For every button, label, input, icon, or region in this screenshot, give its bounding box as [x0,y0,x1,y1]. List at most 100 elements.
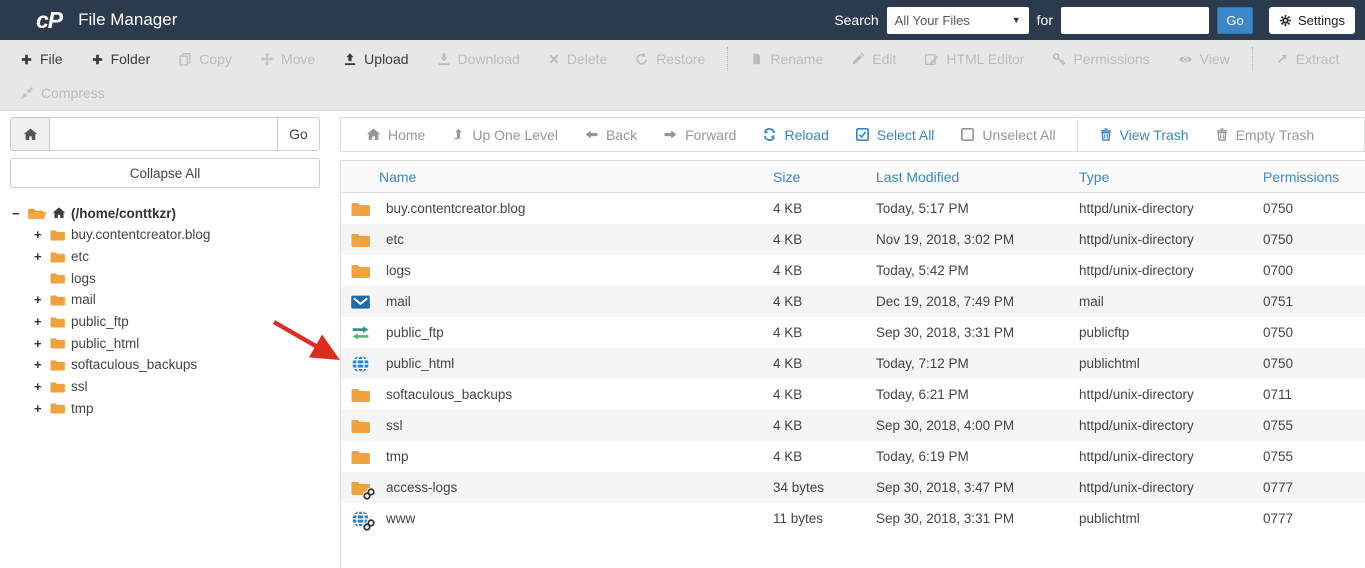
search-go-button[interactable]: Go [1217,6,1254,34]
table-row[interactable]: public_html 4 KB Today, 7:12 PM publicht… [341,348,1365,379]
file-name: etc [386,232,405,247]
eye-icon [1178,52,1193,67]
expand-icon[interactable]: + [34,357,44,372]
collapse-all-button[interactable]: Collapse All [10,158,320,188]
file-type: publicftp [1079,325,1130,340]
forward-button[interactable]: Forward [650,127,749,143]
file-last-modified: Today, 5:17 PM [876,201,969,216]
upload-button[interactable]: Upload [329,51,422,67]
expand-icon[interactable]: + [34,227,44,242]
column-header-name[interactable]: Name [341,169,773,185]
search-input[interactable] [1061,6,1210,34]
file-type: httpd/unix-directory [1079,418,1194,433]
table-row[interactable]: logs 4 KB Today, 5:42 PM httpd/unix-dire… [341,255,1365,286]
path-input[interactable] [50,117,277,151]
settings-button[interactable]: Settings [1269,6,1355,34]
tree-item[interactable]: + ssl [34,376,332,398]
navbar-separator [1076,118,1078,151]
right-arrow-icon [663,127,678,142]
tree-item[interactable]: + public_ftp [34,311,332,333]
file-button[interactable]: File [6,51,77,67]
folder-button[interactable]: Folder [77,51,165,67]
file-size: 4 KB [773,294,803,309]
expand-icon[interactable]: + [34,379,44,394]
tree-item-label: public_ftp [71,314,129,330]
restore-button[interactable]: Restore [621,51,719,67]
path-go-button[interactable]: Go [277,117,320,151]
directory-tree: − (/home/conttkzr) + buy.contentcreator.… [12,202,332,419]
search-label: Search [834,12,879,28]
folder-icon [49,250,66,264]
table-row[interactable]: tmp 4 KB Today, 6:19 PM httpd/unix-direc… [341,441,1365,472]
table-row[interactable]: www 11 bytes Sep 30, 2018, 3:31 PM publi… [341,503,1365,534]
select-all-button[interactable]: Select All [842,127,948,143]
expand-icon[interactable]: + [34,401,44,416]
file-type: httpd/unix-directory [1079,449,1194,464]
copy-button[interactable]: Copy [164,51,246,67]
key-icon [1052,52,1066,66]
file-name: logs [386,263,411,278]
home-button[interactable]: Home [353,127,438,143]
html-editor-button[interactable]: HTML Editor [910,51,1038,67]
collapse-expander[interactable]: − [12,206,22,221]
tree-item[interactable]: logs [34,267,332,289]
expand-icon[interactable]: + [34,314,44,329]
search-scope-select[interactable]: All Your Files ▼ [886,6,1029,34]
file-type-icon [350,417,371,435]
column-header-permissions[interactable]: Permissions [1263,169,1363,185]
unselect-all-button[interactable]: Unselect All [947,127,1068,143]
column-header-size[interactable]: Size [773,169,876,185]
file-type-icon [350,324,371,342]
tree-item[interactable]: + tmp [34,398,332,420]
expand-icon[interactable]: + [34,292,44,307]
download-icon [437,52,451,66]
column-header-type[interactable]: Type [1079,169,1263,185]
compress-button[interactable]: Compress [6,85,119,101]
delete-button[interactable]: Delete [534,51,621,67]
table-row[interactable]: etc 4 KB Nov 19, 2018, 3:02 PM httpd/uni… [341,224,1365,255]
file-type-icon [350,448,371,466]
tree-item[interactable]: + mail [34,289,332,311]
toolbar-separator [727,47,729,71]
file-table: Name Size Last Modified Type Permissions… [340,160,1365,568]
file-name: www [386,511,416,526]
up-one-level-button[interactable]: Up One Level [438,127,571,143]
file-size: 4 KB [773,325,803,340]
path-home-button[interactable] [10,117,50,151]
tree-item[interactable]: + etc [34,246,332,268]
back-button[interactable]: Back [571,127,650,143]
rename-button[interactable]: Rename [736,51,837,67]
tree-item[interactable]: + public_html [34,332,332,354]
folder-icon [49,336,66,350]
table-row[interactable]: ssl 4 KB Sep 30, 2018, 4:00 PM httpd/uni… [341,410,1365,441]
file-permissions: 0750 [1263,201,1294,216]
empty-trash-button[interactable]: Empty Trash [1202,127,1328,143]
table-row[interactable]: softaculous_backups 4 KB Today, 6:21 PM … [341,379,1365,410]
home-icon [366,127,381,142]
download-button[interactable]: Download [423,51,534,67]
edit-button[interactable]: Edit [837,51,910,67]
tree-item[interactable]: + buy.contentcreator.blog [34,224,332,246]
reload-button[interactable]: Reload [749,127,841,143]
table-row[interactable]: access-logs 34 bytes Sep 30, 2018, 3:47 … [341,472,1365,503]
table-row[interactable]: mail 4 KB Dec 19, 2018, 7:49 PM mail 075… [341,286,1365,317]
view-button[interactable]: View [1164,51,1244,67]
permissions-button[interactable]: Permissions [1038,51,1163,67]
file-permissions: 0750 [1263,356,1294,371]
cpanel-logo: cP [36,6,63,33]
expand-icon[interactable]: + [34,336,44,351]
file-permissions: 0751 [1263,294,1294,309]
column-header-last-modified[interactable]: Last Modified [876,169,1079,185]
file-type: httpd/unix-directory [1079,387,1194,402]
extract-button[interactable]: Extract [1261,51,1354,67]
tree-root-home[interactable]: − (/home/conttkzr) [12,202,332,224]
extract-icon [1275,52,1289,66]
table-header-row: Name Size Last Modified Type Permissions [341,161,1365,193]
table-row[interactable]: public_ftp 4 KB Sep 30, 2018, 3:31 PM pu… [341,317,1365,348]
table-row[interactable]: buy.contentcreator.blog 4 KB Today, 5:17… [341,193,1365,224]
view-trash-button[interactable]: View Trash [1086,127,1202,143]
move-button[interactable]: Move [246,51,329,67]
tree-item[interactable]: + softaculous_backups [34,354,332,376]
file-type: httpd/unix-directory [1079,232,1194,247]
expand-icon[interactable]: + [34,249,44,264]
